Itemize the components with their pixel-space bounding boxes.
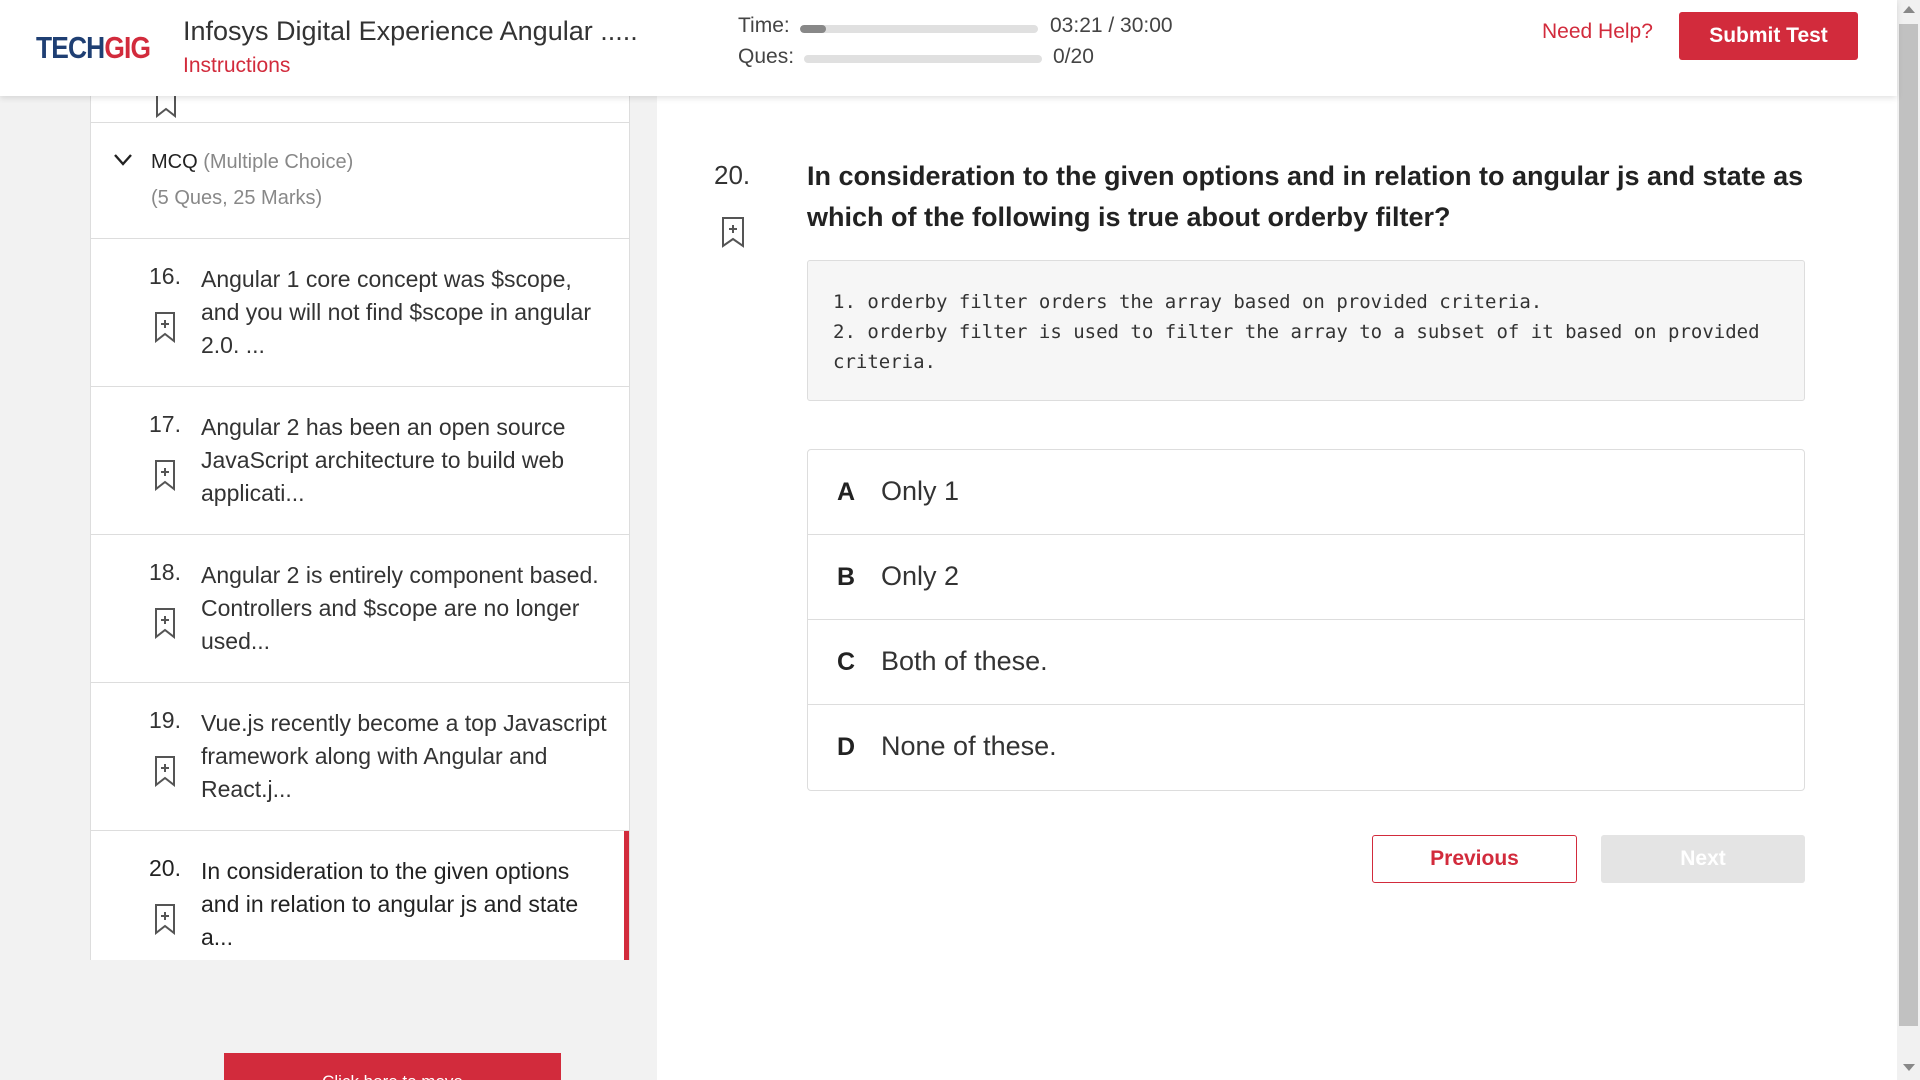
sidebar-question-18[interactable]: 18. Angular 2 is entirely component base… [91,535,629,683]
bookmark-add-icon[interactable] [154,311,176,343]
question-number: 19. [149,707,181,733]
question-number: 17. [149,411,181,437]
option-c[interactable]: C Both of these. [808,620,1804,705]
section-name: MCQ (Multiple Choice) [151,151,353,174]
instructions-link[interactable]: Instructions [183,54,290,78]
question-number: 20. [149,855,181,881]
sidebar-question-16[interactable]: 16. Angular 1 core concept was $scope, a… [91,239,629,387]
section-title: MCQ [151,151,198,173]
time-label: Time: [738,14,790,37]
ques-label: Ques: [738,45,795,68]
question-text: In consideration to the given options an… [807,161,1804,232]
option-text: Only 2 [881,561,960,591]
bookmark-add-icon[interactable] [154,607,176,639]
next-button-disabled[interactable]: Next [1601,835,1805,883]
submit-test-button[interactable]: Submit Test [1679,12,1858,60]
code-line: 1. orderby filter orders the array based… [833,291,1543,313]
section-meta: (5 Ques, 25 Marks) [151,187,323,209]
ques-progress-bar [804,55,1042,63]
code-line: 2. orderby filter is used to filter the … [833,321,1772,373]
current-question-number: 20. [714,160,751,190]
option-letter: A [837,478,856,506]
page-scrollbar-thumb[interactable] [1899,24,1918,1026]
need-help-link[interactable]: Need Help? [1542,20,1653,44]
logo-text-tech: TECH [36,30,105,65]
ques-value: 0/20 [1053,45,1094,68]
test-title: Infosys Digital Experience Angular ..... [183,16,638,46]
option-letter: D [837,733,856,761]
question-preview: Angular 1 core concept was $scope, and y… [201,266,591,358]
logo-text-gig: GIG [104,30,151,65]
sidebar-question-17[interactable]: 17. Angular 2 has been an open source Ja… [91,387,629,535]
section-subtitle: (Multiple Choice) [203,151,354,173]
question-code-block: 1. orderby filter orders the array based… [807,260,1805,401]
question-preview: Vue.js recently become a top Javascript … [201,710,607,802]
bookmark-add-icon[interactable] [154,459,176,491]
sidebar-question-20-active[interactable]: 20. In consideration to the given option… [91,831,629,960]
question-preview: Angular 2 is entirely component based. C… [201,562,599,654]
time-value: 03:21 / 30:00 [1050,14,1173,37]
option-a[interactable]: A Only 1 [808,450,1804,535]
answer-options: A Only 1 B Only 2 C Both of these. D Non… [807,449,1805,791]
chevron-down-icon[interactable] [113,153,133,167]
option-text: Both of these. [881,646,1048,676]
move-panel-button[interactable]: Click here to move [224,1053,561,1080]
question-number: 16. [149,263,181,289]
question-preview: In consideration to the given options an… [201,858,579,950]
previous-question-stub [91,96,629,123]
option-d[interactable]: D None of these. [808,705,1804,790]
bookmark-add-icon[interactable] [154,903,176,935]
option-text: None of these. [881,731,1057,761]
bookmark-add-icon[interactable] [154,755,176,787]
time-progress-bar [800,25,1038,33]
sidebar-question-19[interactable]: 19. Vue.js recently become a top Javascr… [91,683,629,831]
option-letter: B [837,563,856,591]
techgig-logo[interactable]: TECHGIG [36,30,151,66]
question-number: 18. [149,559,181,585]
time-progress-fill [800,25,827,33]
previous-button[interactable]: Previous [1372,835,1577,883]
scroll-down-arrow-icon[interactable] [1903,1064,1915,1071]
top-header: TECHGIG Infosys Digital Experience Angul… [0,0,1897,96]
option-text: Only 1 [881,476,960,506]
bookmark-icon[interactable] [155,96,177,118]
bookmark-add-icon[interactable] [721,216,745,248]
option-b[interactable]: B Only 2 [808,535,1804,620]
question-navigator[interactable]: MCQ (Multiple Choice) (5 Ques, 25 Marks)… [90,96,630,960]
scroll-up-arrow-icon[interactable] [1903,6,1915,13]
option-letter: C [837,648,856,676]
question-preview: Angular 2 has been an open source JavaSc… [201,414,566,506]
section-header-mcq[interactable]: MCQ (Multiple Choice) (5 Ques, 25 Marks) [91,123,629,239]
